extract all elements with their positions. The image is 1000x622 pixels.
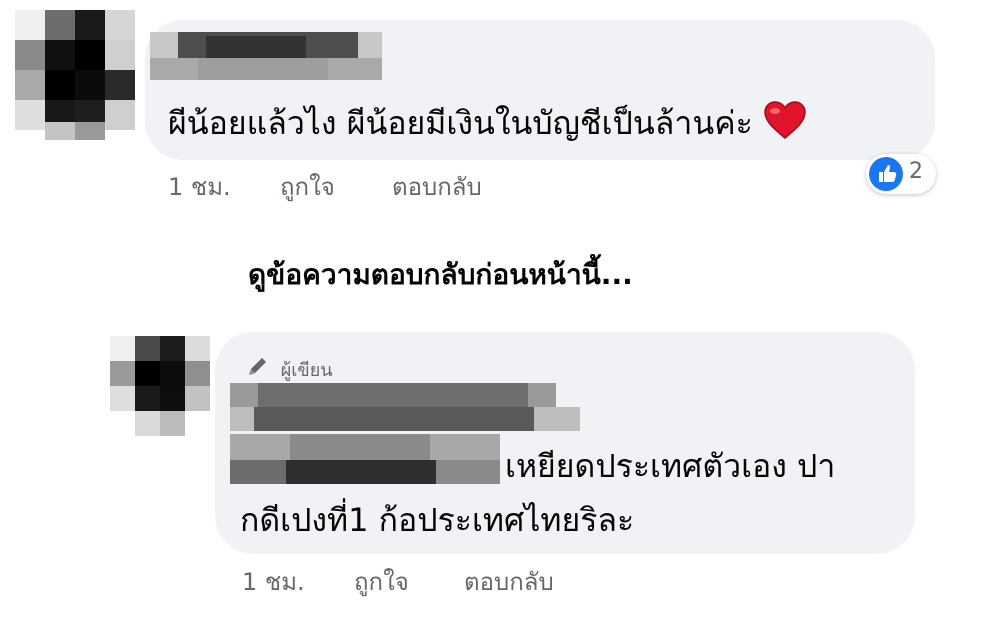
view-previous-replies-link[interactable]: ดูข้อความตอบกลับก่อนหน้านี้... — [248, 253, 633, 297]
pencil-icon — [245, 357, 271, 384]
reply-timestamp[interactable]: 1 ชม. — [242, 567, 305, 597]
reply-author-name-blurred[interactable] — [230, 383, 580, 431]
comment-text: ผีน้อยแล้วไง ผีน้อยมีเงินในบัญชีเป็นล้าน… — [168, 100, 807, 143]
reaction-count-badge[interactable]: 2 — [866, 154, 936, 194]
reply-button[interactable]: ตอบกลับ — [392, 172, 482, 202]
reply-text-line2: กดีเปงที่1 ก้อประเทศไทยริละ — [240, 501, 635, 539]
reply-text-line1: เหยียดประเทศตัวเอง ปา — [505, 447, 836, 485]
heart-emoji — [763, 101, 807, 142]
commenter-name-blurred[interactable] — [150, 32, 382, 80]
reply-actions: 1 ชม. ถูกใจ ตอบกลับ — [242, 567, 642, 597]
like-button[interactable]: ถูกใจ — [280, 172, 335, 202]
tagged-name-blurred[interactable] — [230, 434, 500, 484]
reply-reply-button[interactable]: ตอบกลับ — [464, 567, 554, 597]
reply-like-button[interactable]: ถูกใจ — [354, 567, 409, 597]
commenter-avatar[interactable] — [15, 10, 135, 140]
reaction-count: 2 — [909, 159, 923, 184]
comment-timestamp[interactable]: 1 ชม. — [168, 172, 231, 202]
author-badge-label: ผู้เขียน — [280, 360, 333, 381]
author-badge: ผู้เขียน — [245, 355, 333, 384]
comment-text-content: ผีน้อยแล้วไง ผีน้อยมีเงินในบัญชีเป็นล้าน… — [168, 104, 753, 142]
reply-author-avatar[interactable] — [110, 336, 210, 436]
like-icon — [869, 157, 903, 191]
comment-actions: 1 ชม. ถูกใจ ตอบกลับ — [168, 172, 568, 202]
